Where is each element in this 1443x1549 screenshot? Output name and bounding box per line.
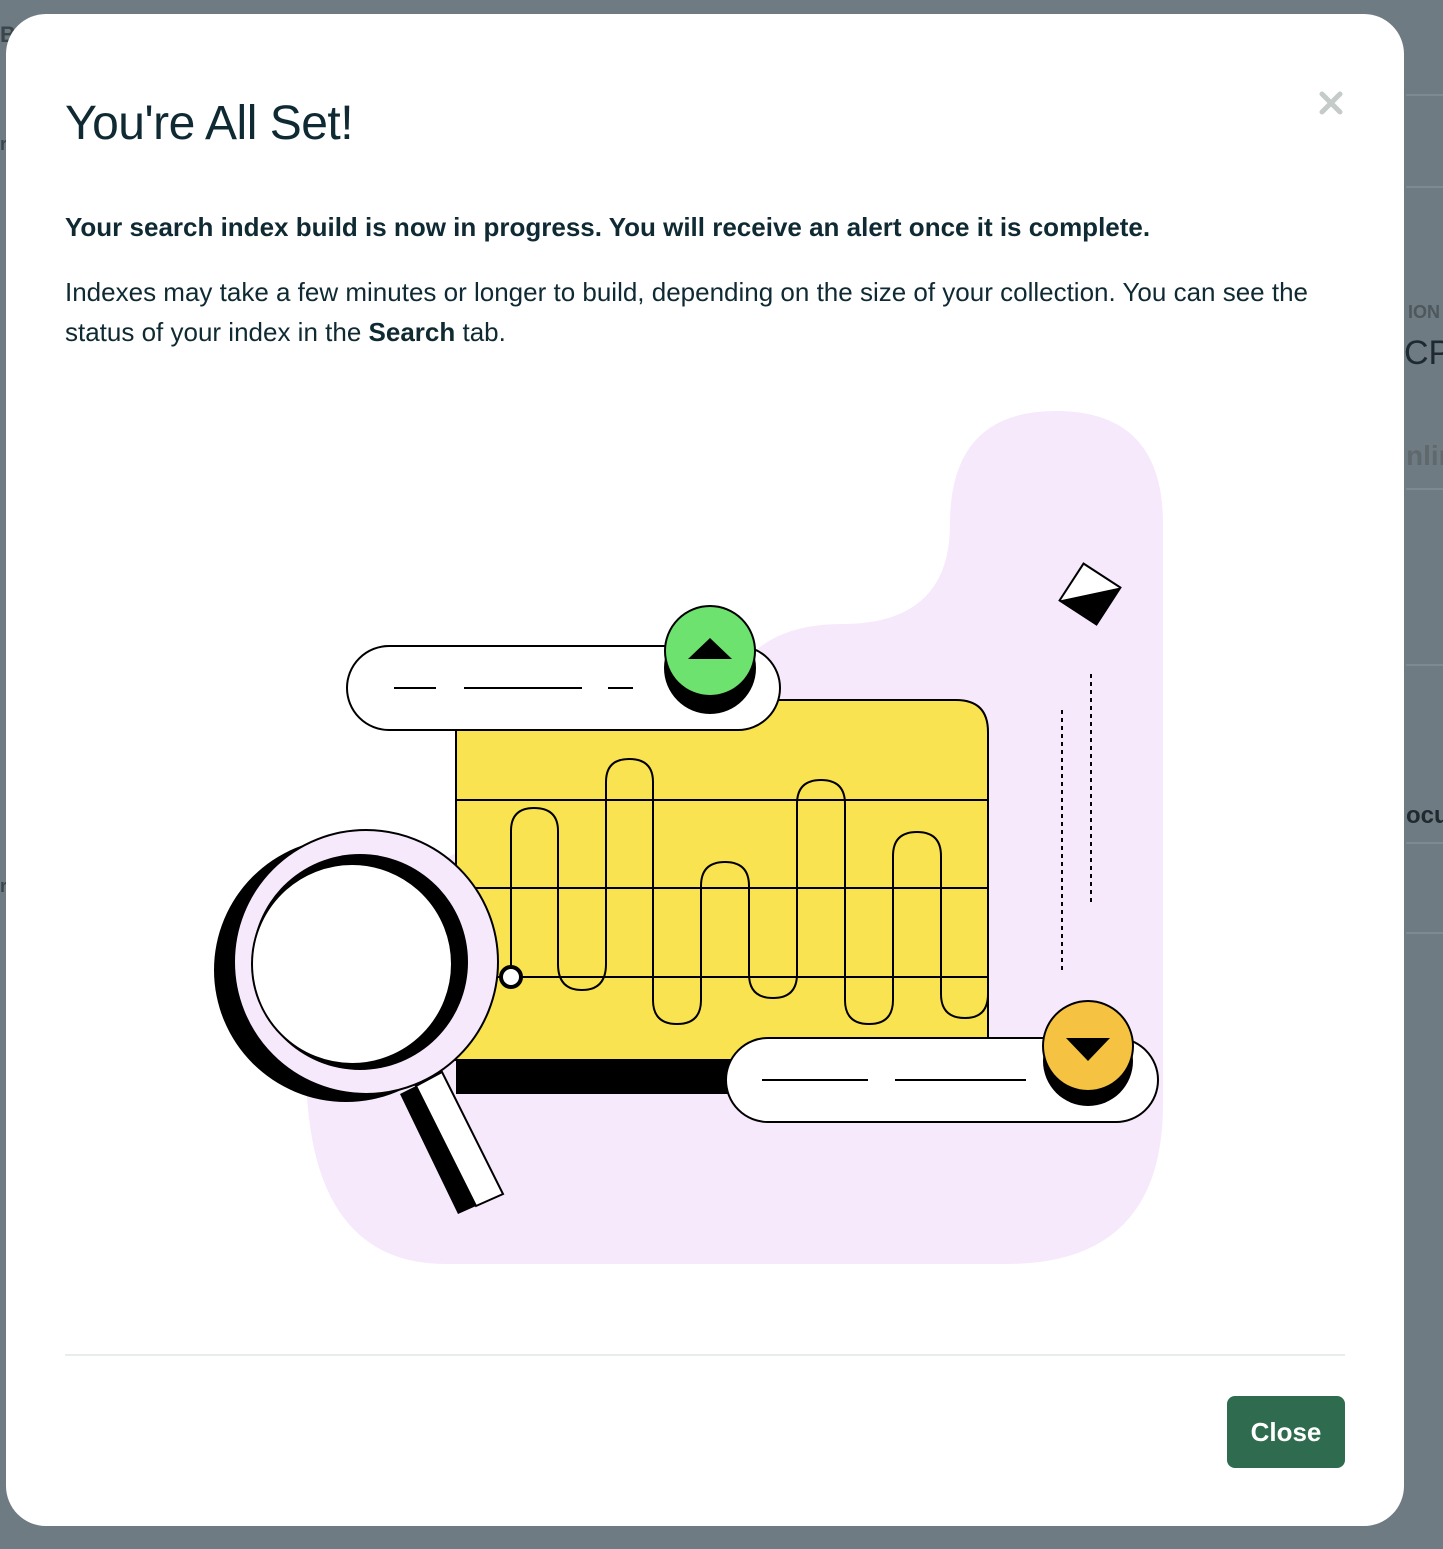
bg-fragment-4: CP bbox=[1404, 334, 1443, 372]
footer-divider bbox=[65, 1354, 1345, 1356]
modal-title: You're All Set! bbox=[65, 97, 354, 150]
arrow-down-icon bbox=[1066, 1038, 1110, 1061]
bg-fragment-3: ION bbox=[1408, 302, 1441, 322]
bg-divider bbox=[1406, 932, 1443, 934]
chart-point bbox=[499, 965, 523, 989]
chart-panel-base bbox=[456, 1060, 756, 1094]
background-blob bbox=[306, 411, 1163, 1264]
status-message: Your search index build is now in progre… bbox=[65, 212, 1151, 242]
description: Indexes may take a few minutes or longer… bbox=[65, 272, 1355, 352]
up-badge bbox=[664, 605, 756, 697]
bg-divider bbox=[1406, 842, 1443, 844]
description-text: Indexes may take a few minutes or longer… bbox=[65, 277, 1309, 347]
magnifying-glass-icon bbox=[214, 829, 505, 1214]
diamond-shape bbox=[1058, 562, 1122, 626]
close-button[interactable]: Close bbox=[1227, 1396, 1345, 1468]
bottom-pill bbox=[725, 1037, 1159, 1123]
bg-divider bbox=[1406, 488, 1443, 490]
arrow-up-icon bbox=[688, 638, 732, 659]
bg-fragment-6: ocu bbox=[1406, 802, 1443, 829]
bg-fragment-5: nlir bbox=[1406, 440, 1443, 471]
description-text-end: tab. bbox=[455, 317, 506, 347]
confirmation-modal: You're All Set! Your search index build … bbox=[6, 14, 1404, 1526]
bg-divider bbox=[1406, 186, 1443, 188]
bg-divider bbox=[1406, 664, 1443, 666]
close-icon[interactable] bbox=[1318, 90, 1344, 116]
top-pill bbox=[346, 645, 781, 731]
bg-divider bbox=[1406, 94, 1443, 96]
chart-panel bbox=[455, 699, 989, 1061]
down-badge bbox=[1042, 1000, 1134, 1092]
search-tab-reference: Search bbox=[368, 317, 456, 347]
chart-wave bbox=[510, 757, 989, 1026]
